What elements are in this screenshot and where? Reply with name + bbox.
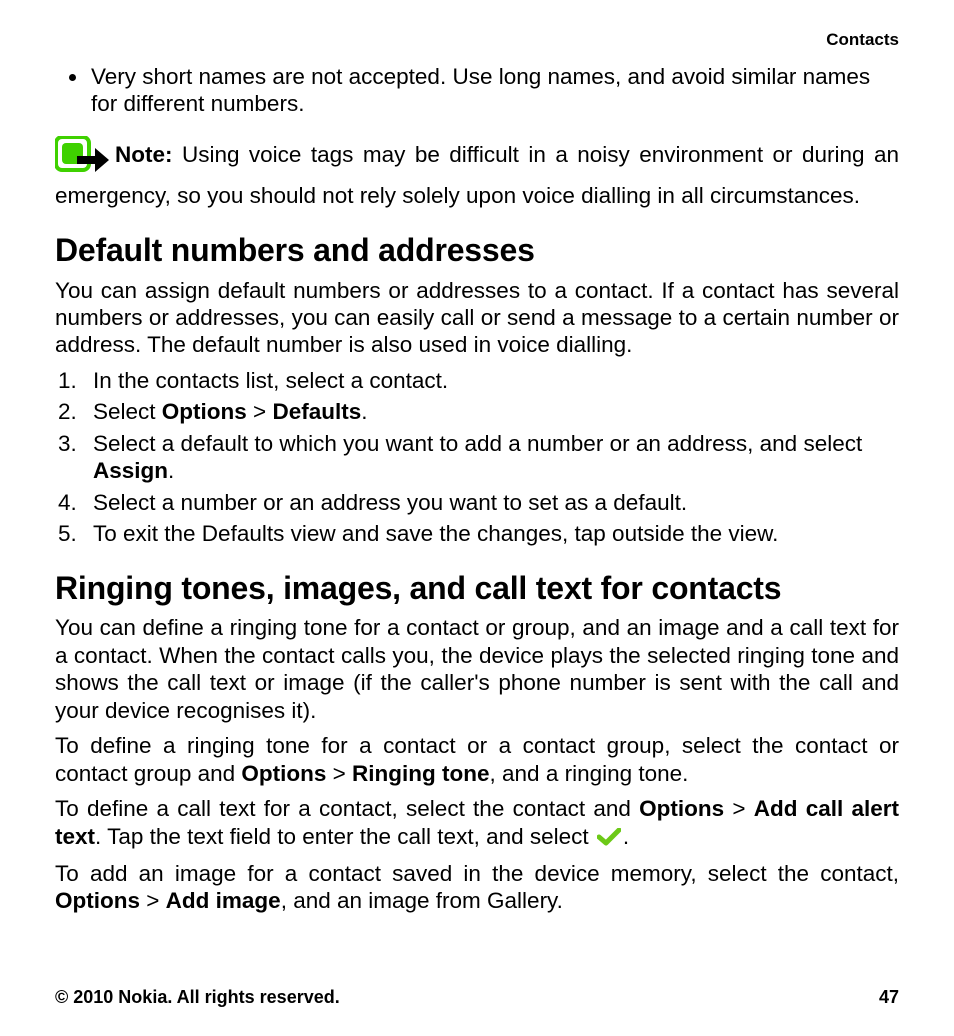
heading-default-numbers: Default numbers and addresses	[55, 231, 899, 270]
p-text: >	[140, 888, 166, 913]
step-text: .	[361, 399, 367, 424]
bullet-item: Very short names are not accepted. Use l…	[89, 63, 899, 118]
p-text: , and an image from Gallery.	[281, 888, 563, 913]
note-text: Using voice tags may be difficult in a n…	[55, 142, 899, 208]
step-2: Select Options > Defaults.	[83, 398, 899, 425]
section2-p2: To define a ringing tone for a contact o…	[55, 732, 899, 787]
step-1: In the contacts list, select a contact.	[83, 367, 899, 394]
step-text: Select	[93, 399, 162, 424]
bullet-list: Very short names are not accepted. Use l…	[55, 63, 899, 118]
step-5: To exit the Defaults view and save the c…	[83, 520, 899, 547]
page-content: Contacts Very short names are not accept…	[0, 0, 954, 915]
p-text: , and a ringing tone.	[490, 761, 689, 786]
step-bold: Options	[162, 399, 247, 424]
step-bold: Assign	[93, 458, 168, 483]
p-bold: Options	[241, 761, 326, 786]
copyright-text: © 2010 Nokia. All rights reserved.	[55, 987, 340, 1008]
p-text: .	[623, 824, 629, 849]
steps-list: In the contacts list, select a contact. …	[55, 367, 899, 548]
heading-ringing-tones: Ringing tones, images, and call text for…	[55, 569, 899, 608]
section1-intro: You can assign default numbers or addres…	[55, 277, 899, 359]
p-text: >	[326, 761, 352, 786]
section2-p4: To add an image for a contact saved in t…	[55, 860, 899, 915]
page-footer: © 2010 Nokia. All rights reserved. 47	[55, 987, 899, 1008]
running-header: Contacts	[55, 30, 899, 51]
step-text: >	[247, 399, 273, 424]
step-3: Select a default to which you want to ad…	[83, 430, 899, 485]
step-bold: Defaults	[272, 399, 361, 424]
p-bold: Ringing tone	[352, 761, 489, 786]
section2-p3: To define a call text for a contact, sel…	[55, 795, 899, 852]
step-text: Select a default to which you want to ad…	[93, 431, 862, 456]
p-text: >	[724, 796, 754, 821]
step-text: .	[168, 458, 174, 483]
note-label: Note:	[115, 142, 173, 167]
p-text: . Tap the text field to enter the call t…	[95, 824, 595, 849]
p-text: To define a call text for a contact, sel…	[55, 796, 639, 821]
note-paragraph: Note: Using voice tags may be difficult …	[55, 136, 899, 210]
note-icon	[55, 136, 109, 182]
p-text: To add an image for a contact saved in t…	[55, 861, 899, 886]
section2-intro: You can define a ringing tone for a cont…	[55, 614, 899, 724]
step-4: Select a number or an address you want t…	[83, 489, 899, 516]
checkmark-icon	[597, 825, 621, 852]
page-number: 47	[879, 987, 899, 1008]
p-bold: Options	[55, 888, 140, 913]
p-bold: Add image	[166, 888, 281, 913]
p-bold: Options	[639, 796, 724, 821]
